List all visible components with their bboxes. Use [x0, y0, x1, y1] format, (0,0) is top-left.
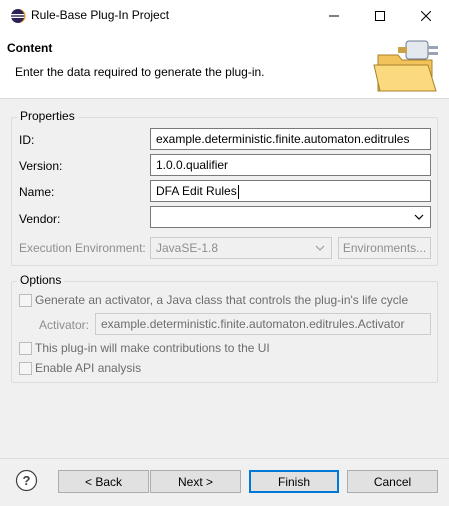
plugin-folder-wizard-icon [373, 40, 438, 92]
page-title: Content [7, 41, 53, 55]
environments-button[interactable]: Environments... [338, 237, 431, 259]
page-description: Enter the data required to generate the … [15, 65, 265, 79]
vendor-combo[interactable] [150, 206, 431, 228]
text-cursor [237, 184, 239, 199]
properties-legend: Properties [17, 109, 78, 123]
window-title: Rule-Base Plug-In Project [31, 8, 170, 22]
maximize-button[interactable] [357, 0, 403, 31]
minimize-icon [329, 15, 339, 16]
help-icon[interactable]: ? [15, 469, 38, 492]
id-value: example.deterministic.finite.automaton.e… [156, 132, 410, 146]
cancel-button[interactable]: Cancel [347, 470, 438, 493]
wizard-header: Content Enter the data required to gener… [0, 31, 449, 99]
name-label: Name: [19, 185, 55, 199]
chevron-down-icon [414, 214, 424, 220]
activator-label: Activator: [39, 318, 90, 332]
svg-text:?: ? [23, 473, 31, 488]
activator-field[interactable]: example.deterministic.finite.automaton.e… [95, 313, 431, 335]
eclipse-icon [11, 9, 26, 23]
contribute-ui-label: This plug-in will make contributions to … [35, 341, 270, 355]
chevron-down-icon [315, 245, 325, 251]
vendor-label: Vendor: [19, 212, 61, 226]
name-value: DFA Edit Rules [156, 184, 237, 198]
close-icon [421, 10, 431, 21]
checkbox-box [19, 293, 32, 307]
back-button[interactable]: < Back [58, 470, 149, 493]
contribute-ui-checkbox[interactable]: This plug-in will make contributions to … [19, 341, 270, 355]
enable-api-analysis-label: Enable API analysis [35, 361, 142, 375]
title-bar: Rule-Base Plug-In Project [0, 0, 449, 31]
generate-activator-checkbox[interactable]: Generate an activator, a Java class that… [19, 293, 408, 307]
minimize-button[interactable] [311, 0, 357, 31]
checkbox-box [19, 361, 32, 375]
maximize-icon [375, 10, 385, 21]
execution-environment-combo[interactable]: JavaSE-1.8 [150, 237, 332, 259]
version-value: 1.0.0.qualifier [156, 158, 229, 172]
name-field[interactable]: DFA Edit Rules [150, 180, 431, 202]
next-button[interactable]: Next > [150, 470, 241, 493]
close-button[interactable] [403, 0, 449, 31]
activator-value: example.deterministic.finite.automaton.e… [101, 317, 405, 331]
version-field[interactable]: 1.0.0.qualifier [150, 154, 431, 176]
execution-environment-value: JavaSE-1.8 [156, 241, 219, 255]
version-label: Version: [19, 159, 63, 173]
execution-environment-label: Execution Environment: [19, 241, 146, 255]
options-legend: Options [17, 273, 65, 287]
finish-button[interactable]: Finish [249, 470, 339, 493]
enable-api-analysis-checkbox[interactable]: Enable API analysis [19, 361, 141, 375]
id-field[interactable]: example.deterministic.finite.automaton.e… [150, 128, 431, 150]
footer-separator [0, 458, 449, 459]
checkbox-box [19, 341, 32, 355]
generate-activator-label: Generate an activator, a Java class that… [35, 293, 409, 307]
id-label: ID: [19, 133, 35, 147]
